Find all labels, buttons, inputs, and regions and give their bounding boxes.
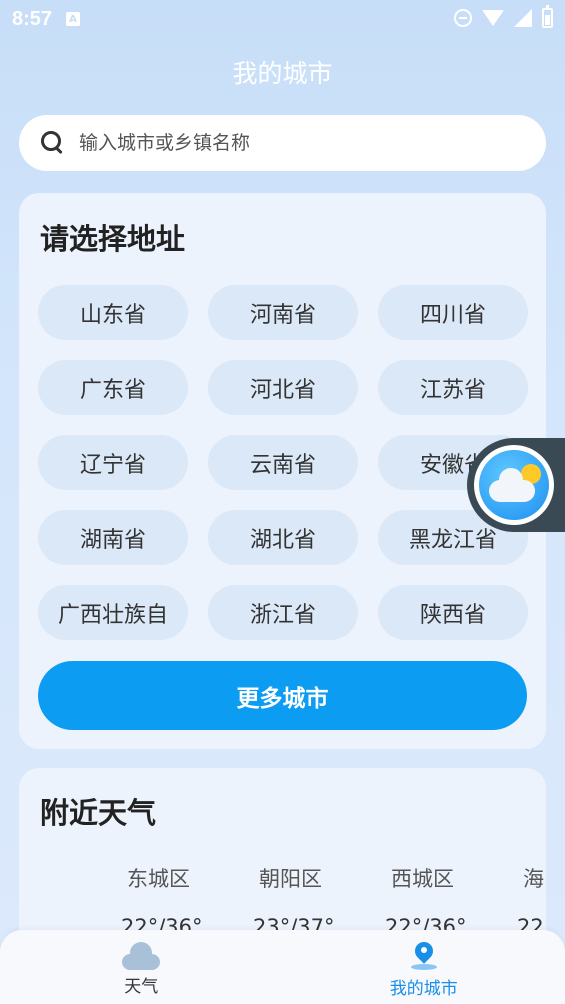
- province-chip[interactable]: 广西壮族自: [38, 585, 188, 640]
- cloud-icon: [122, 942, 161, 970]
- status-icons: [454, 5, 553, 28]
- bottom-nav: 天气 我的城市: [0, 930, 565, 1004]
- province-chip[interactable]: 河北省: [208, 360, 358, 415]
- province-chip[interactable]: 陕西省: [378, 585, 528, 640]
- province-chip[interactable]: 浙江省: [208, 585, 358, 640]
- address-card: 请选择地址 山东省 河南省 四川省 广东省 河北省 江苏省 辽宁省 云南省 安徽…: [19, 193, 546, 749]
- nearby-city-item[interactable]: 海 22: [517, 863, 546, 939]
- status-time: 8:57: [12, 7, 53, 30]
- nearby-city-list[interactable]: 东城区 22°/36° 朝阳区 23°/37° 西城区 22°/36° 海 22: [121, 863, 546, 939]
- notification-a-icon: A: [66, 12, 81, 26]
- nav-tab-my-city[interactable]: 我的城市: [283, 930, 565, 1004]
- province-grid: 山东省 河南省 四川省 广东省 河北省 江苏省 辽宁省 云南省 安徽省 湖南省 …: [38, 285, 528, 640]
- province-chip[interactable]: 广东省: [38, 360, 188, 415]
- nearby-city-name: 西城区: [391, 867, 454, 891]
- province-chip[interactable]: 河南省: [208, 285, 358, 340]
- weather-cloud-sun-icon: [479, 450, 549, 520]
- battery-icon: [542, 5, 553, 28]
- search-icon: [41, 131, 65, 155]
- nearby-city-item[interactable]: 东城区 22°/36°: [121, 863, 253, 939]
- page-title: 我的城市: [232, 59, 333, 88]
- province-chip[interactable]: 江苏省: [378, 360, 528, 415]
- more-cities-button[interactable]: 更多城市: [38, 661, 527, 730]
- address-card-title: 请选择地址: [40, 222, 186, 256]
- wifi-icon: [482, 10, 504, 26]
- search-bar[interactable]: [19, 115, 546, 171]
- floating-weather-icon-frame: [474, 445, 554, 525]
- province-chip[interactable]: 湖北省: [208, 510, 358, 565]
- cloud-shape: [489, 468, 535, 502]
- search-input[interactable]: [79, 132, 499, 154]
- nearby-city-name: 东城区: [127, 867, 190, 891]
- floating-weather-widget[interactable]: [467, 438, 565, 532]
- province-chip[interactable]: 云南省: [208, 435, 358, 490]
- status-bar: 8:57 A: [0, 0, 565, 38]
- nearby-card-title: 附近天气: [40, 796, 157, 830]
- nav-tab-my-city-label: 我的城市: [389, 979, 458, 999]
- nearby-city-item[interactable]: 西城区 22°/36°: [385, 863, 517, 939]
- province-chip[interactable]: 辽宁省: [38, 435, 188, 490]
- nearby-city-item[interactable]: 朝阳区 23°/37°: [253, 863, 385, 939]
- location-pin-icon: [409, 938, 439, 972]
- nav-tab-weather-label: 天气: [124, 977, 159, 997]
- nearby-city-name: 海: [523, 867, 544, 891]
- signal-icon: [514, 9, 532, 27]
- province-chip[interactable]: 山东省: [38, 285, 188, 340]
- do-not-disturb-icon: [454, 9, 472, 27]
- province-chip[interactable]: 湖南省: [38, 510, 188, 565]
- nav-tab-weather[interactable]: 天气: [0, 930, 283, 1004]
- nearby-city-name: 朝阳区: [259, 867, 322, 891]
- province-chip[interactable]: 四川省: [378, 285, 528, 340]
